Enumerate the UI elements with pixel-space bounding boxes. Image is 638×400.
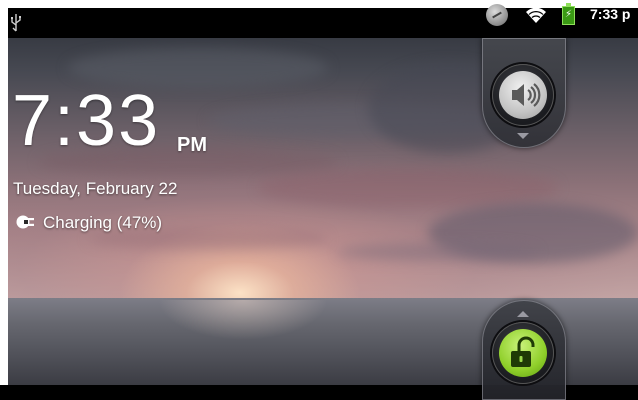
usb-icon [11, 14, 21, 32]
chevron-down-icon [517, 133, 529, 139]
battery-charging-icon [562, 3, 575, 25]
unlock-button[interactable] [492, 322, 554, 384]
sync-icon [486, 4, 508, 26]
charging-plug-icon [16, 215, 34, 229]
clock-time: 7:33 [12, 81, 161, 161]
clock-date: Tuesday, February 22 [13, 179, 178, 198]
speaker-icon [512, 83, 541, 107]
clock-ampm: PM [177, 134, 207, 156]
unlock-icon [511, 336, 535, 367]
charging-status: Charging (47%) [15, 213, 162, 233]
chevron-up-icon [517, 311, 529, 317]
sound-toggle-button[interactable] [492, 64, 554, 126]
status-time: 7:33 p [590, 6, 631, 22]
wifi-icon [526, 7, 546, 23]
charging-text: Charging (47%) [43, 213, 163, 232]
